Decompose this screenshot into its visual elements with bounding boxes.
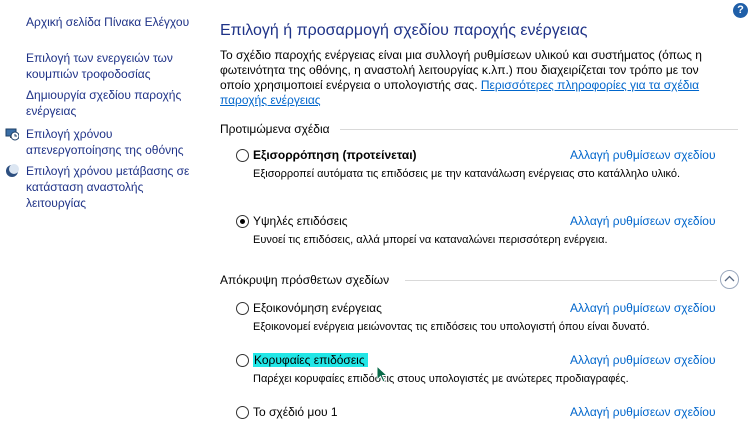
chevron-up-icon [724,275,735,282]
moon-icon [5,164,19,178]
sidebar-item-create-plan[interactable]: Δημιουργία σχεδίου παροχής ενέργειας [26,87,201,119]
radio-power-saver[interactable] [236,302,249,315]
page-description: Το σχέδιο παροχής ενέργειας είναι μια συ… [220,48,720,108]
plan-desc-power-saver: Εξοικονομεί ενέργεια μειώνοντας τις επιδ… [253,321,650,333]
change-settings-power-saver[interactable]: Αλλαγή ρυθμίσεων σχεδίου [570,301,716,315]
radio-high-performance[interactable] [236,215,249,228]
change-settings-ultimate-performance[interactable]: Αλλαγή ρυθμίσεων σχεδίου [570,353,716,367]
plan-name-high-performance[interactable]: Υψηλές επιδόσεις [253,214,348,228]
page-title: Επιλογή ή προσαρμογή σχεδίου παροχής ενέ… [220,22,588,39]
collapse-button[interactable] [720,270,739,289]
change-settings-my-plan[interactable]: Αλλαγή ρυθμίσεων σχεδίου [570,405,716,419]
plan-desc-high-performance: Ευνοεί τις επιδόσεις, αλλά μπορεί να κατ… [253,234,608,246]
plan-name-ultimate-performance[interactable]: Κορυφαίες επιδόσεις [253,353,368,367]
sidebar-item-sleep[interactable]: Επιλογή χρόνου μετάβασης σε κατάσταση αν… [26,163,201,211]
plan-name-balanced[interactable]: Εξισορρόπηση (προτείνεται) [253,148,417,162]
main-content: Επιλογή ή προσαρμογή σχεδίου παροχής ενέ… [220,0,750,441]
plan-name-power-saver[interactable]: Εξοικονόμηση ενέργειας [253,301,382,315]
sidebar: Αρχική σελίδα Πίνακα Ελέγχου Επιλογή των… [0,0,205,441]
sidebar-item-power-buttons[interactable]: Επιλογή των ενεργειών των κουμπιών τροφο… [26,50,201,82]
divider [405,280,717,281]
mouse-cursor-icon [376,364,390,390]
preferred-plans-header: Προτιμώμενα σχέδια [220,122,330,136]
hide-additional-plans-header[interactable]: Απόκρυψη πρόσθετων σχεδίων [220,273,389,287]
radio-balanced[interactable] [236,149,249,162]
plan-name-my-plan[interactable]: Το σχέδιό μου 1 [253,405,338,419]
plan-desc-ultimate-performance: Παρέχει κορυφαίες επιδόσεις στους υπολογ… [253,373,629,385]
change-settings-high-performance[interactable]: Αλλαγή ρυθμίσεων σχεδίου [570,214,716,228]
divider [340,129,738,130]
plan-desc-balanced: Εξισορροπεί αυτόματα τις επιδόσεις με τη… [253,168,681,180]
monitor-clock-icon [5,127,20,141]
control-panel-home-link[interactable]: Αρχική σελίδα Πίνακα Ελέγχου [26,14,189,30]
radio-my-plan[interactable] [236,406,249,419]
change-settings-balanced[interactable]: Αλλαγή ρυθμίσεων σχεδίου [570,148,716,162]
sidebar-item-display-off[interactable]: Επιλογή χρόνου απενεργοποίησης της οθόνη… [26,126,201,158]
radio-ultimate-performance[interactable] [236,354,249,367]
